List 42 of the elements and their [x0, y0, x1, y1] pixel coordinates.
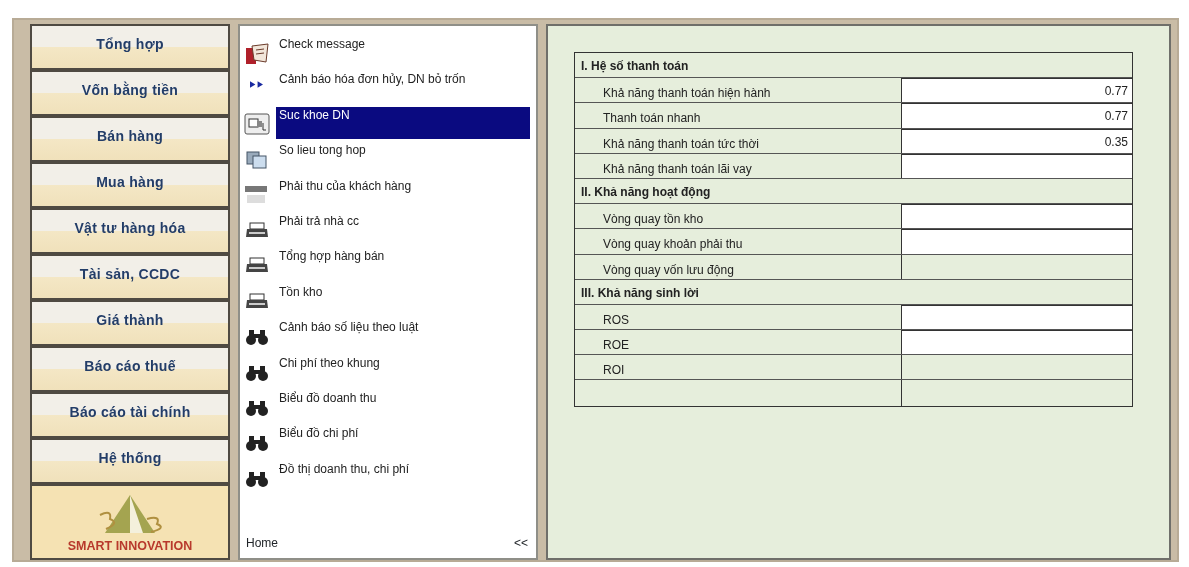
double-arrow-icon [250, 81, 263, 89]
module-button[interactable]: Mua hàng [32, 164, 228, 206]
module-button[interactable]: Giá thành [32, 302, 228, 344]
row-label: Vòng quay vốn lưu động [575, 254, 902, 279]
menu-item[interactable]: So lieu tong hop [276, 142, 530, 159]
menu-item[interactable]: Cảnh báo số liệu theo luật [276, 319, 530, 336]
value-field[interactable]: 0.35 [902, 128, 1132, 153]
value-field[interactable]: 0.77 [902, 78, 1132, 103]
window-icon [244, 110, 270, 137]
menu-item[interactable]: Phải thu của khách hàng [276, 177, 530, 194]
value-field[interactable] [902, 304, 1132, 330]
value-field[interactable] [902, 229, 1132, 254]
menu-item[interactable]: Tồn kho [276, 283, 530, 300]
menu-item[interactable]: Check message [276, 36, 530, 52]
menu-item[interactable]: Đồ thị doanh thu, chi phí [276, 460, 530, 477]
logo-text: SMART INNOVATION [67, 538, 193, 556]
home-link[interactable]: Home [246, 534, 278, 552]
menu-item[interactable]: Biểu đồ doanh thu [276, 389, 530, 406]
value-field[interactable] [902, 153, 1132, 178]
menu-item[interactable]: Phải trả nhà cc [276, 212, 530, 229]
menu-item[interactable]: Suc khoe DN [276, 106, 530, 139]
collapse-button[interactable]: << [514, 534, 528, 552]
section-heading: III. Khả năng sinh lời [580, 284, 700, 302]
row-label: ROI [575, 355, 902, 380]
module-button[interactable]: Tổng hợp [32, 26, 228, 68]
section-heading: II. Khả năng hoạt động [580, 183, 712, 201]
value-field[interactable] [902, 204, 1132, 229]
letter-icon [244, 40, 270, 66]
module-button[interactable]: Tài sản, CCDC [32, 256, 228, 298]
module-button[interactable]: Hệ thống [32, 440, 228, 482]
module-button[interactable]: Bán hàng [32, 118, 228, 160]
module-button[interactable]: Báo cáo thuế [32, 348, 228, 390]
menu-item[interactable]: Tổng hợp hàng bán [276, 248, 530, 265]
menu-item[interactable]: Chi phí theo khung [276, 354, 530, 371]
value-field[interactable] [902, 330, 1132, 355]
value-field[interactable]: 0.77 [902, 103, 1132, 128]
module-button[interactable]: Vật tư hàng hóa [32, 210, 228, 252]
menu-item[interactable]: Cảnh báo hóa đơn hủy, DN bỏ trốn [276, 71, 530, 88]
menu-item[interactable]: Biểu đồ chi phí [276, 425, 530, 442]
section-heading: I. Hệ số thanh toán [580, 58, 690, 75]
module-button[interactable]: Báo cáo tài chính [32, 394, 228, 436]
module-button[interactable]: Vốn bằng tiền [32, 72, 228, 114]
